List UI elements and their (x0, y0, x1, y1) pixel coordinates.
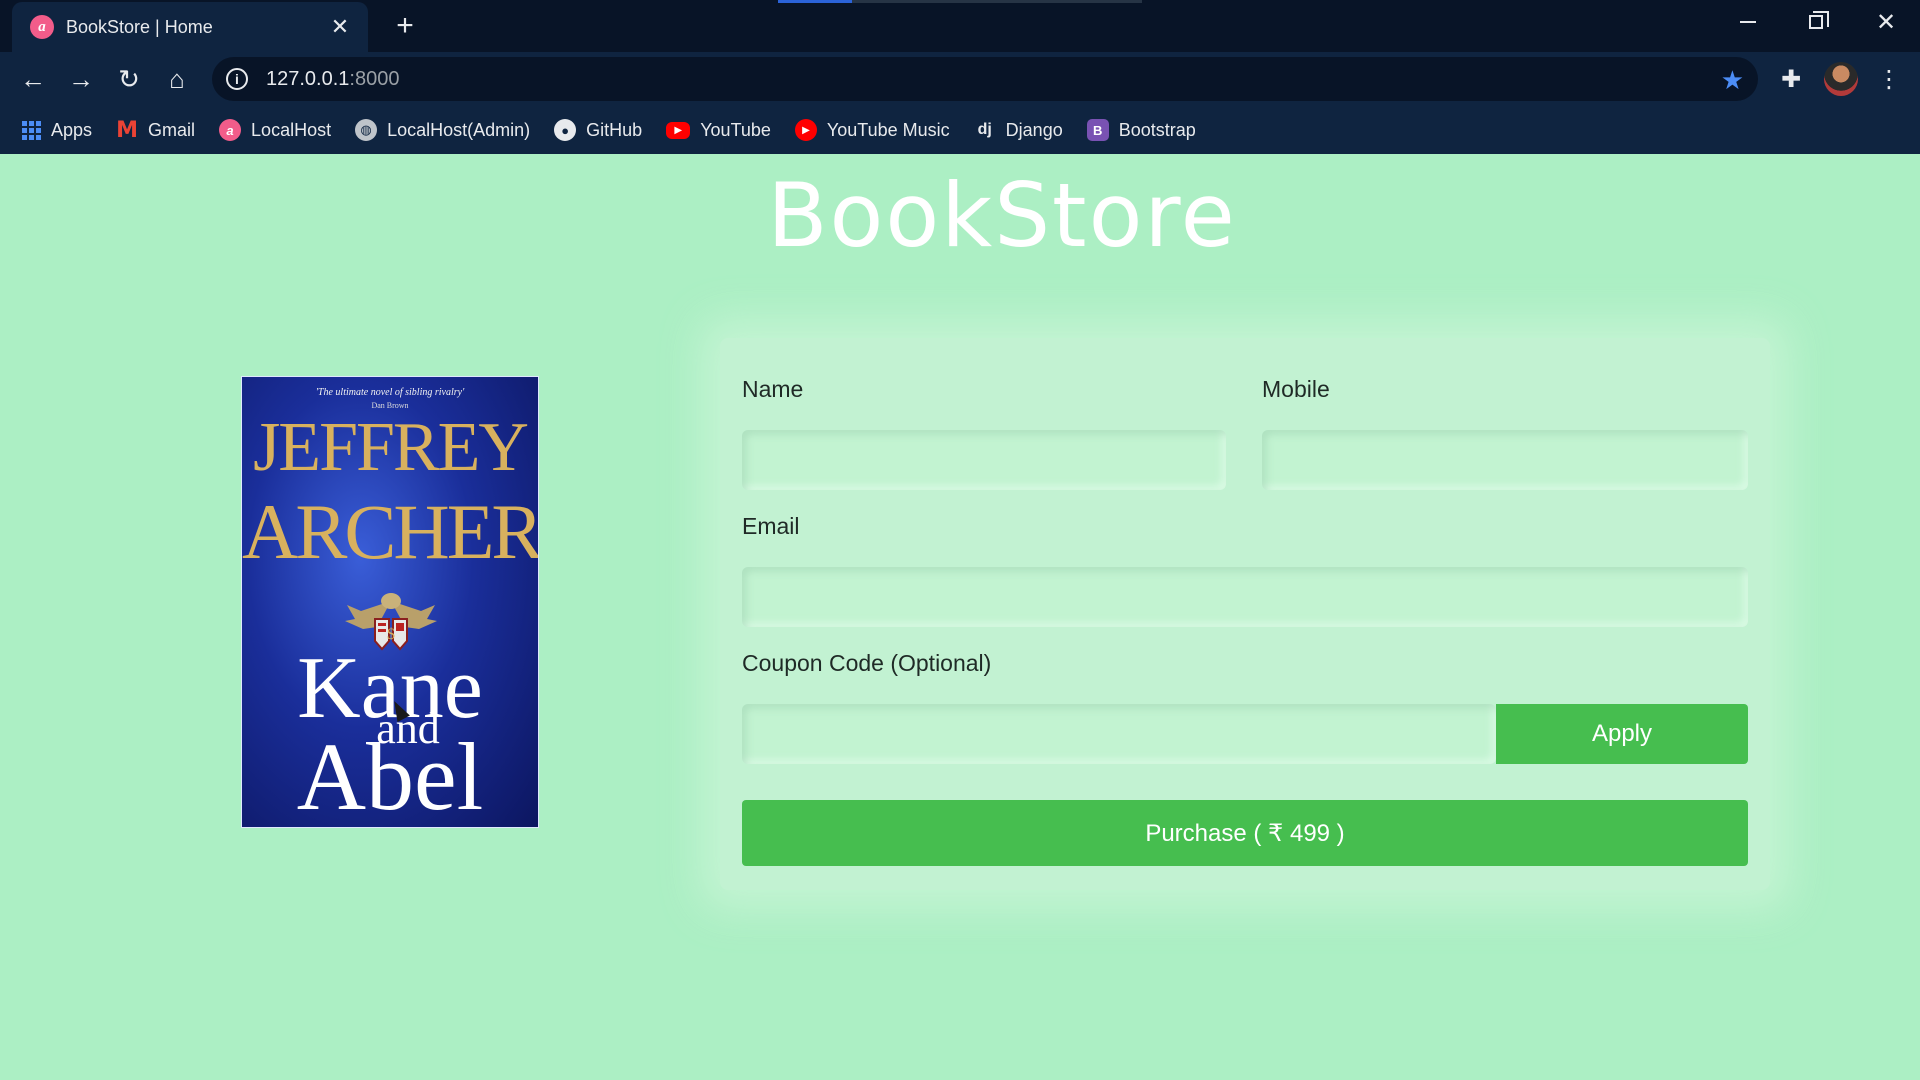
bookmark-apps[interactable]: Apps (22, 120, 92, 141)
brand-text: BookStore (767, 164, 1237, 267)
reload-icon[interactable]: ↻ (110, 60, 148, 98)
profile-avatar[interactable] (1824, 62, 1858, 96)
bookmark-star-icon[interactable]: ★ (1721, 65, 1744, 96)
browser-chrome: a BookStore | Home ✕ + ✕ ← → ↻ ⌂ i 127.0… (0, 0, 1920, 154)
cover-author-last: ARCHER (242, 488, 539, 575)
bookmark-localhost-admin[interactable]: ◍ LocalHost(Admin) (355, 119, 530, 141)
restore-icon (1809, 11, 1829, 29)
purchase-form-card: Name Mobile Email Coupon Code (Optional)… (720, 338, 1770, 890)
forward-arrow-icon[interactable]: → (62, 60, 100, 98)
django-icon: dj (977, 121, 992, 138)
browser-menu-kebab-icon[interactable]: ⋮ (1872, 62, 1906, 96)
bookmark-label: GitHub (586, 119, 643, 140)
minimize-icon (1740, 21, 1756, 23)
bookmark-label: YouTube Music (826, 119, 950, 140)
bookmark-label: Bootstrap (1118, 119, 1196, 140)
github-icon: ● (554, 119, 577, 141)
purchase-button[interactable]: Purchase ( ₹ 499 ) (742, 800, 1748, 866)
url-host: 127.0.0.1 (266, 67, 350, 90)
apps-grid-icon (22, 120, 41, 140)
browser-toolbar: ← → ↻ ⌂ i 127.0.0.1:8000 ★ ✚ ⋮ (0, 52, 1920, 106)
mobile-input[interactable] (1262, 430, 1748, 490)
book-cover-image: 'The ultimate novel of sibling rivalry' … (241, 376, 539, 828)
site-info-icon[interactable]: i (226, 68, 248, 90)
bookmark-label: Gmail (148, 119, 196, 140)
cover-quote: 'The ultimate novel of sibling rivalry' (315, 387, 465, 398)
brand-title: BookStore (0, 164, 1920, 267)
name-label: Name (742, 376, 804, 402)
new-tab-plus-icon[interactable]: + (388, 9, 422, 43)
bootstrap-icon: B (1086, 119, 1109, 141)
bookmark-gmail[interactable]: M Gmail (116, 117, 196, 143)
bookmark-django[interactable]: dj Django (974, 119, 1063, 141)
bookmark-label: YouTube (700, 119, 771, 140)
bookmark-localhost[interactable]: a LocalHost (219, 119, 331, 141)
youtube-icon: ▶ (666, 121, 691, 139)
bookmark-youtube-music[interactable]: ▶ YouTube Music (794, 119, 950, 141)
back-arrow-icon[interactable]: ← (14, 60, 52, 98)
globe-icon: ◍ (355, 119, 378, 141)
address-bar[interactable]: i 127.0.0.1:8000 ★ (212, 57, 1758, 101)
mobile-label: Mobile (1262, 376, 1330, 402)
home-icon[interactable]: ⌂ (158, 60, 196, 98)
page-content: BookStore 'The ultimate novel of sibling… (0, 154, 1920, 1080)
email-label: Email (742, 513, 800, 539)
bookmark-label: Django (1005, 119, 1063, 140)
tab-strip: a BookStore | Home ✕ + ✕ (0, 0, 1920, 52)
bookmark-label: Apps (51, 119, 93, 140)
bookmark-label: LocalHost (251, 119, 332, 140)
tab-title: BookStore | Home (66, 16, 213, 37)
close-icon: ✕ (1875, 8, 1897, 36)
gmail-icon: M (116, 117, 138, 143)
tab-close-icon[interactable]: ✕ (326, 13, 354, 41)
name-input[interactable] (742, 430, 1226, 490)
coupon-input[interactable] (742, 704, 1496, 764)
youtube-music-icon: ▶ (794, 119, 817, 141)
close-window-button[interactable]: ✕ (1852, 0, 1920, 44)
minimize-window-button[interactable] (1714, 0, 1782, 44)
bookmark-bootstrap[interactable]: B Bootstrap (1086, 119, 1196, 141)
cover-title-line2: Abel (296, 723, 484, 828)
extensions-puzzle-icon[interactable]: ✚ (1774, 62, 1808, 96)
email-input[interactable] (742, 567, 1748, 627)
bookmark-github[interactable]: ● GitHub (554, 119, 642, 141)
bookmarks-bar: Apps M Gmail a LocalHost ◍ LocalHost(Adm… (0, 106, 1920, 154)
localhost-favicon-icon: a (30, 15, 54, 39)
bookmark-label: LocalHost(Admin) (387, 119, 531, 140)
cover-author-first: JEFFREY (253, 409, 529, 486)
url-port: :8000 (349, 67, 400, 90)
bookmark-youtube[interactable]: ▶ YouTube (666, 120, 771, 141)
tab-bookstore-home[interactable]: a BookStore | Home ✕ (12, 2, 368, 52)
localhost-icon: a (219, 119, 242, 141)
apply-coupon-button[interactable]: Apply (1496, 704, 1748, 764)
coupon-label: Coupon Code (Optional) (742, 650, 992, 676)
loading-bar (778, 0, 1142, 3)
restore-window-button[interactable] (1782, 0, 1850, 44)
